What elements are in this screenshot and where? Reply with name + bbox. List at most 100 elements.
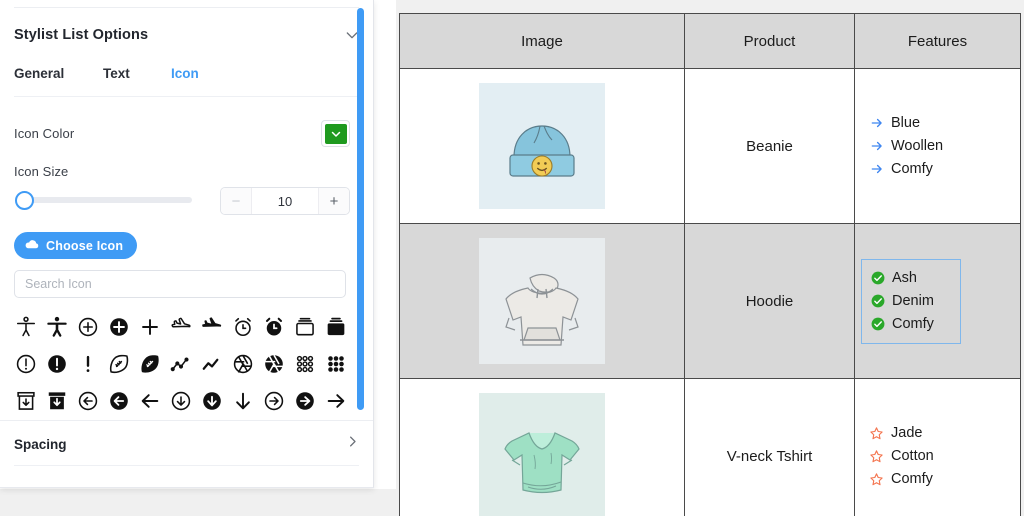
panel-backdrop bbox=[0, 489, 396, 516]
arrow-forward-icon bbox=[869, 116, 884, 131]
icon-cell-alert-circle-outline[interactable] bbox=[10, 345, 41, 382]
icon-cell-airplane[interactable] bbox=[196, 308, 227, 345]
checkmark-circle-icon bbox=[870, 317, 885, 332]
icon-cell-analytics[interactable] bbox=[196, 345, 227, 382]
icon-cell-alert[interactable] bbox=[72, 345, 103, 382]
tab-bar-divider bbox=[14, 96, 359, 97]
tab-general[interactable]: General bbox=[14, 66, 64, 81]
icon-cell-add-circle[interactable] bbox=[103, 308, 134, 345]
icon-cell-arrow-back-circle[interactable] bbox=[103, 382, 134, 419]
checkmark-circle-icon bbox=[870, 271, 885, 286]
product-image-cell bbox=[399, 68, 685, 224]
panel-top-divider bbox=[14, 7, 359, 8]
icon-cell-arrow-forward[interactable] bbox=[320, 382, 351, 419]
feature-label: Ash bbox=[892, 270, 917, 286]
table-row[interactable]: Beanie Blue Woollen Comfy bbox=[399, 68, 1021, 224]
tab-bar: General Text Icon bbox=[14, 66, 360, 94]
icon-size-label: Icon Size bbox=[14, 164, 69, 179]
icon-picker-grid bbox=[10, 308, 350, 419]
product-image-cell bbox=[399, 378, 685, 516]
panel-scrollbar[interactable] bbox=[357, 8, 364, 410]
icon-cell-albums-outline[interactable] bbox=[289, 308, 320, 345]
list-item: Denim bbox=[870, 290, 934, 313]
icon-cell-aperture-outline[interactable] bbox=[227, 345, 258, 382]
feature-label: Woollen bbox=[891, 138, 944, 154]
chevron-down-icon bbox=[331, 131, 340, 137]
icon-cell-arrow-back[interactable] bbox=[134, 382, 165, 419]
feature-label: Comfy bbox=[892, 316, 934, 332]
choose-icon-button[interactable]: Choose Icon bbox=[14, 232, 138, 259]
spacing-divider-top bbox=[0, 420, 373, 421]
icon-cell-american-football-outline[interactable] bbox=[103, 345, 134, 382]
icon-cell-accessibility-outline[interactable] bbox=[10, 308, 41, 345]
star-outline-icon bbox=[869, 449, 884, 464]
page-title: Stylist List Options bbox=[14, 27, 149, 43]
icon-cell-arrow-down-circle-outline[interactable] bbox=[165, 382, 196, 419]
grey-hoodie-image bbox=[479, 238, 605, 364]
icon-color-swatch-button[interactable] bbox=[321, 120, 350, 147]
icon-cell-archive-outline[interactable] bbox=[10, 382, 41, 419]
list-item: Blue bbox=[869, 112, 943, 135]
preview-area: Image Product Features Beanie Blue Wooll… bbox=[396, 0, 1024, 516]
icon-cell-apps-outline[interactable] bbox=[289, 345, 320, 382]
arrow-forward-icon bbox=[869, 162, 884, 177]
star-outline-icon bbox=[869, 426, 884, 441]
table-row[interactable]: V-neck Tshirt Jade Cotton Comfy bbox=[399, 378, 1021, 516]
checkmark-circle-icon bbox=[870, 294, 885, 309]
feature-label: Comfy bbox=[891, 161, 933, 177]
icon-size-slider-handle[interactable] bbox=[15, 191, 34, 210]
panel-gutter bbox=[374, 0, 396, 489]
cloud-icon bbox=[25, 237, 39, 255]
search-input[interactable] bbox=[14, 270, 346, 298]
chevron-right-icon[interactable] bbox=[345, 434, 360, 454]
icon-cell-accessibility[interactable] bbox=[41, 308, 72, 345]
icon-cell-arrow-down-circle[interactable] bbox=[196, 382, 227, 419]
icon-color-label: Icon Color bbox=[14, 126, 75, 141]
list-item: Comfy bbox=[869, 158, 943, 181]
icon-cell-apps[interactable] bbox=[320, 345, 351, 382]
table-row[interactable]: Hoodie Ash Denim Comfy bbox=[399, 223, 1021, 379]
star-outline-icon bbox=[869, 472, 884, 487]
list-item: Comfy bbox=[869, 468, 934, 491]
feature-label: Blue bbox=[891, 115, 921, 131]
stepper-increment-button[interactable]: + bbox=[318, 188, 349, 214]
icon-cell-aperture[interactable] bbox=[258, 345, 289, 382]
icon-cell-american-football[interactable] bbox=[134, 345, 165, 382]
icon-size-slider-track[interactable] bbox=[16, 197, 192, 203]
feature-label: Comfy bbox=[891, 471, 933, 487]
icon-cell-albums[interactable] bbox=[320, 308, 351, 345]
icon-cell-add-circle-outline[interactable] bbox=[72, 308, 103, 345]
products-table: Image Product Features Beanie Blue Wooll… bbox=[399, 13, 1021, 516]
icon-cell-alert-circle[interactable] bbox=[41, 345, 72, 382]
icon-cell-arrow-down[interactable] bbox=[227, 382, 258, 419]
product-name-cell: Beanie bbox=[684, 68, 855, 224]
icon-cell-airplane-outline[interactable] bbox=[165, 308, 196, 345]
spacing-label: Spacing bbox=[14, 436, 67, 452]
list-item: Woollen bbox=[869, 135, 943, 158]
list-item: Cotton bbox=[869, 445, 934, 468]
spacing-divider-bottom bbox=[14, 465, 359, 466]
icon-cell-analytics-outline[interactable] bbox=[165, 345, 196, 382]
icon-size-value[interactable]: 10 bbox=[252, 188, 318, 214]
stepper-decrement-button[interactable]: − bbox=[221, 188, 252, 214]
icon-cell-alarm-outline[interactable] bbox=[227, 308, 258, 345]
product-features-cell: Jade Cotton Comfy bbox=[854, 378, 1021, 516]
tab-text[interactable]: Text bbox=[103, 66, 130, 81]
mint-green-v-neck-tshirt-image bbox=[479, 393, 605, 516]
column-header-features: Features bbox=[854, 13, 1021, 69]
blue-beanie-hat-image bbox=[479, 83, 605, 209]
list-item: Jade bbox=[869, 422, 934, 445]
panel-header[interactable]: Stylist List Options bbox=[14, 22, 360, 48]
tab-icon[interactable]: Icon bbox=[171, 66, 199, 81]
icon-cell-alarm[interactable] bbox=[258, 308, 289, 345]
icon-cell-add[interactable] bbox=[134, 308, 165, 345]
spacing-section-row[interactable]: Spacing bbox=[14, 430, 360, 458]
icon-cell-arrow-forward-circle-outline[interactable] bbox=[258, 382, 289, 419]
list-item: Comfy bbox=[870, 313, 934, 336]
icon-cell-archive[interactable] bbox=[41, 382, 72, 419]
features-list-selected[interactable]: Ash Denim Comfy bbox=[861, 258, 961, 344]
product-name-cell: V-neck Tshirt bbox=[684, 378, 855, 516]
icon-cell-arrow-back-circle-outline[interactable] bbox=[72, 382, 103, 419]
icon-cell-arrow-forward-circle[interactable] bbox=[289, 382, 320, 419]
feature-label: Cotton bbox=[891, 448, 934, 464]
